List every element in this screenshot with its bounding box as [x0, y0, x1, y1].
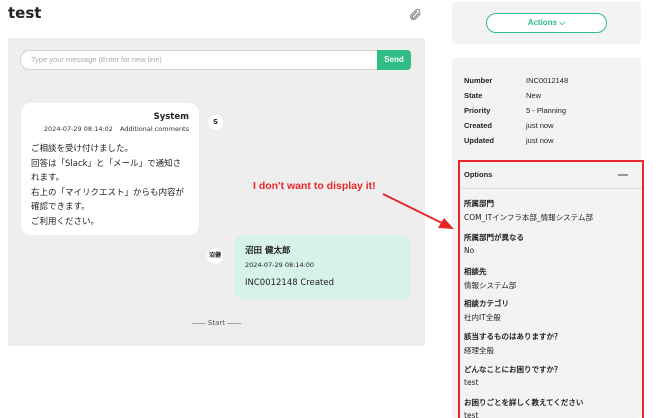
- user-message-bubble: 沼田 健太郎 2024-07-29 08:14:00 INC0012148 Cr…: [234, 235, 411, 300]
- page-title: test: [8, 4, 42, 22]
- option-label: 該当するものはありますか？: [464, 332, 562, 341]
- paperclip-icon[interactable]: [408, 7, 422, 21]
- info-key: Priority: [464, 106, 491, 115]
- minus-icon[interactable]: [618, 174, 628, 176]
- info-value: just now: [526, 121, 554, 130]
- info-key: Created: [464, 121, 492, 130]
- option-label: 相談先: [464, 267, 487, 276]
- message-timestamp: 2024-07-29 08:14:02: [43, 125, 113, 133]
- message-sender: System: [153, 112, 189, 122]
- info-key: Updated: [464, 136, 494, 145]
- options-title: Options: [464, 170, 493, 179]
- options-section: Options 所属部門 COM_ITインフラ本部_情報システム部 所属部門が異…: [458, 160, 644, 418]
- info-row: Number INC0012148: [464, 76, 568, 85]
- info-row: Priority 5 - Planning: [464, 106, 566, 115]
- option-label: お困りごとを詳しく教えてください: [464, 398, 584, 407]
- message-meta: 2024-07-29 08:14:02 Additional comments: [31, 125, 189, 133]
- annotation-text: I don't want to display it!: [253, 180, 376, 192]
- message-timestamp: 2024-07-29 08:14:00: [245, 261, 315, 269]
- option-label: 所属部門: [464, 199, 494, 208]
- send-button[interactable]: Send: [377, 50, 411, 70]
- actions-panel: Actions ⌵: [452, 2, 641, 44]
- annotation-arrow-icon: [382, 193, 454, 229]
- option-value: 社内IT全般: [464, 313, 501, 322]
- avatar: S: [208, 115, 223, 130]
- message-type: Additional comments: [120, 125, 189, 133]
- message-input[interactable]: Type your message (Enter for new line): [20, 50, 377, 70]
- info-key: Number: [464, 76, 493, 85]
- option-value: test: [464, 378, 479, 387]
- info-value: New: [526, 91, 542, 100]
- divider: [460, 188, 642, 189]
- message-sender: 沼田 健太郎: [245, 246, 291, 256]
- avatar: 沼健: [207, 248, 223, 264]
- option-value: COM_ITインフラ本部_情報システム部: [464, 213, 593, 222]
- option-label: 相談カテゴリ: [464, 299, 509, 308]
- info-key: State: [464, 91, 483, 100]
- option-value: test: [464, 411, 479, 418]
- info-row: State New: [464, 91, 541, 100]
- message-body: ご相談を受け付けました。 回答は「Slack」と「メール」で通知されます。 右上…: [31, 144, 185, 227]
- system-message-bubble: System 2024-07-29 08:14:02 Additional co…: [21, 103, 199, 235]
- info-value: 5 - Planning: [526, 106, 567, 115]
- option-label: 所属部門が異なる: [464, 233, 524, 242]
- actions-button[interactable]: Actions ⌵: [486, 13, 607, 33]
- message-body: INC0012148 Created: [245, 278, 334, 288]
- start-marker: ―― Start ――: [191, 319, 242, 327]
- info-value: INC0012148: [526, 76, 569, 85]
- info-row: Created just now: [464, 121, 554, 130]
- info-value: just now: [526, 136, 554, 145]
- chat-panel: Type your message (Enter for new line) S…: [8, 38, 425, 346]
- option-value: No: [464, 246, 475, 255]
- option-label: どんなことにお困りですか？: [464, 365, 562, 374]
- info-row: Updated just now: [464, 136, 554, 145]
- option-value: 情報システム部: [464, 281, 517, 290]
- option-value: 経理全般: [464, 346, 494, 355]
